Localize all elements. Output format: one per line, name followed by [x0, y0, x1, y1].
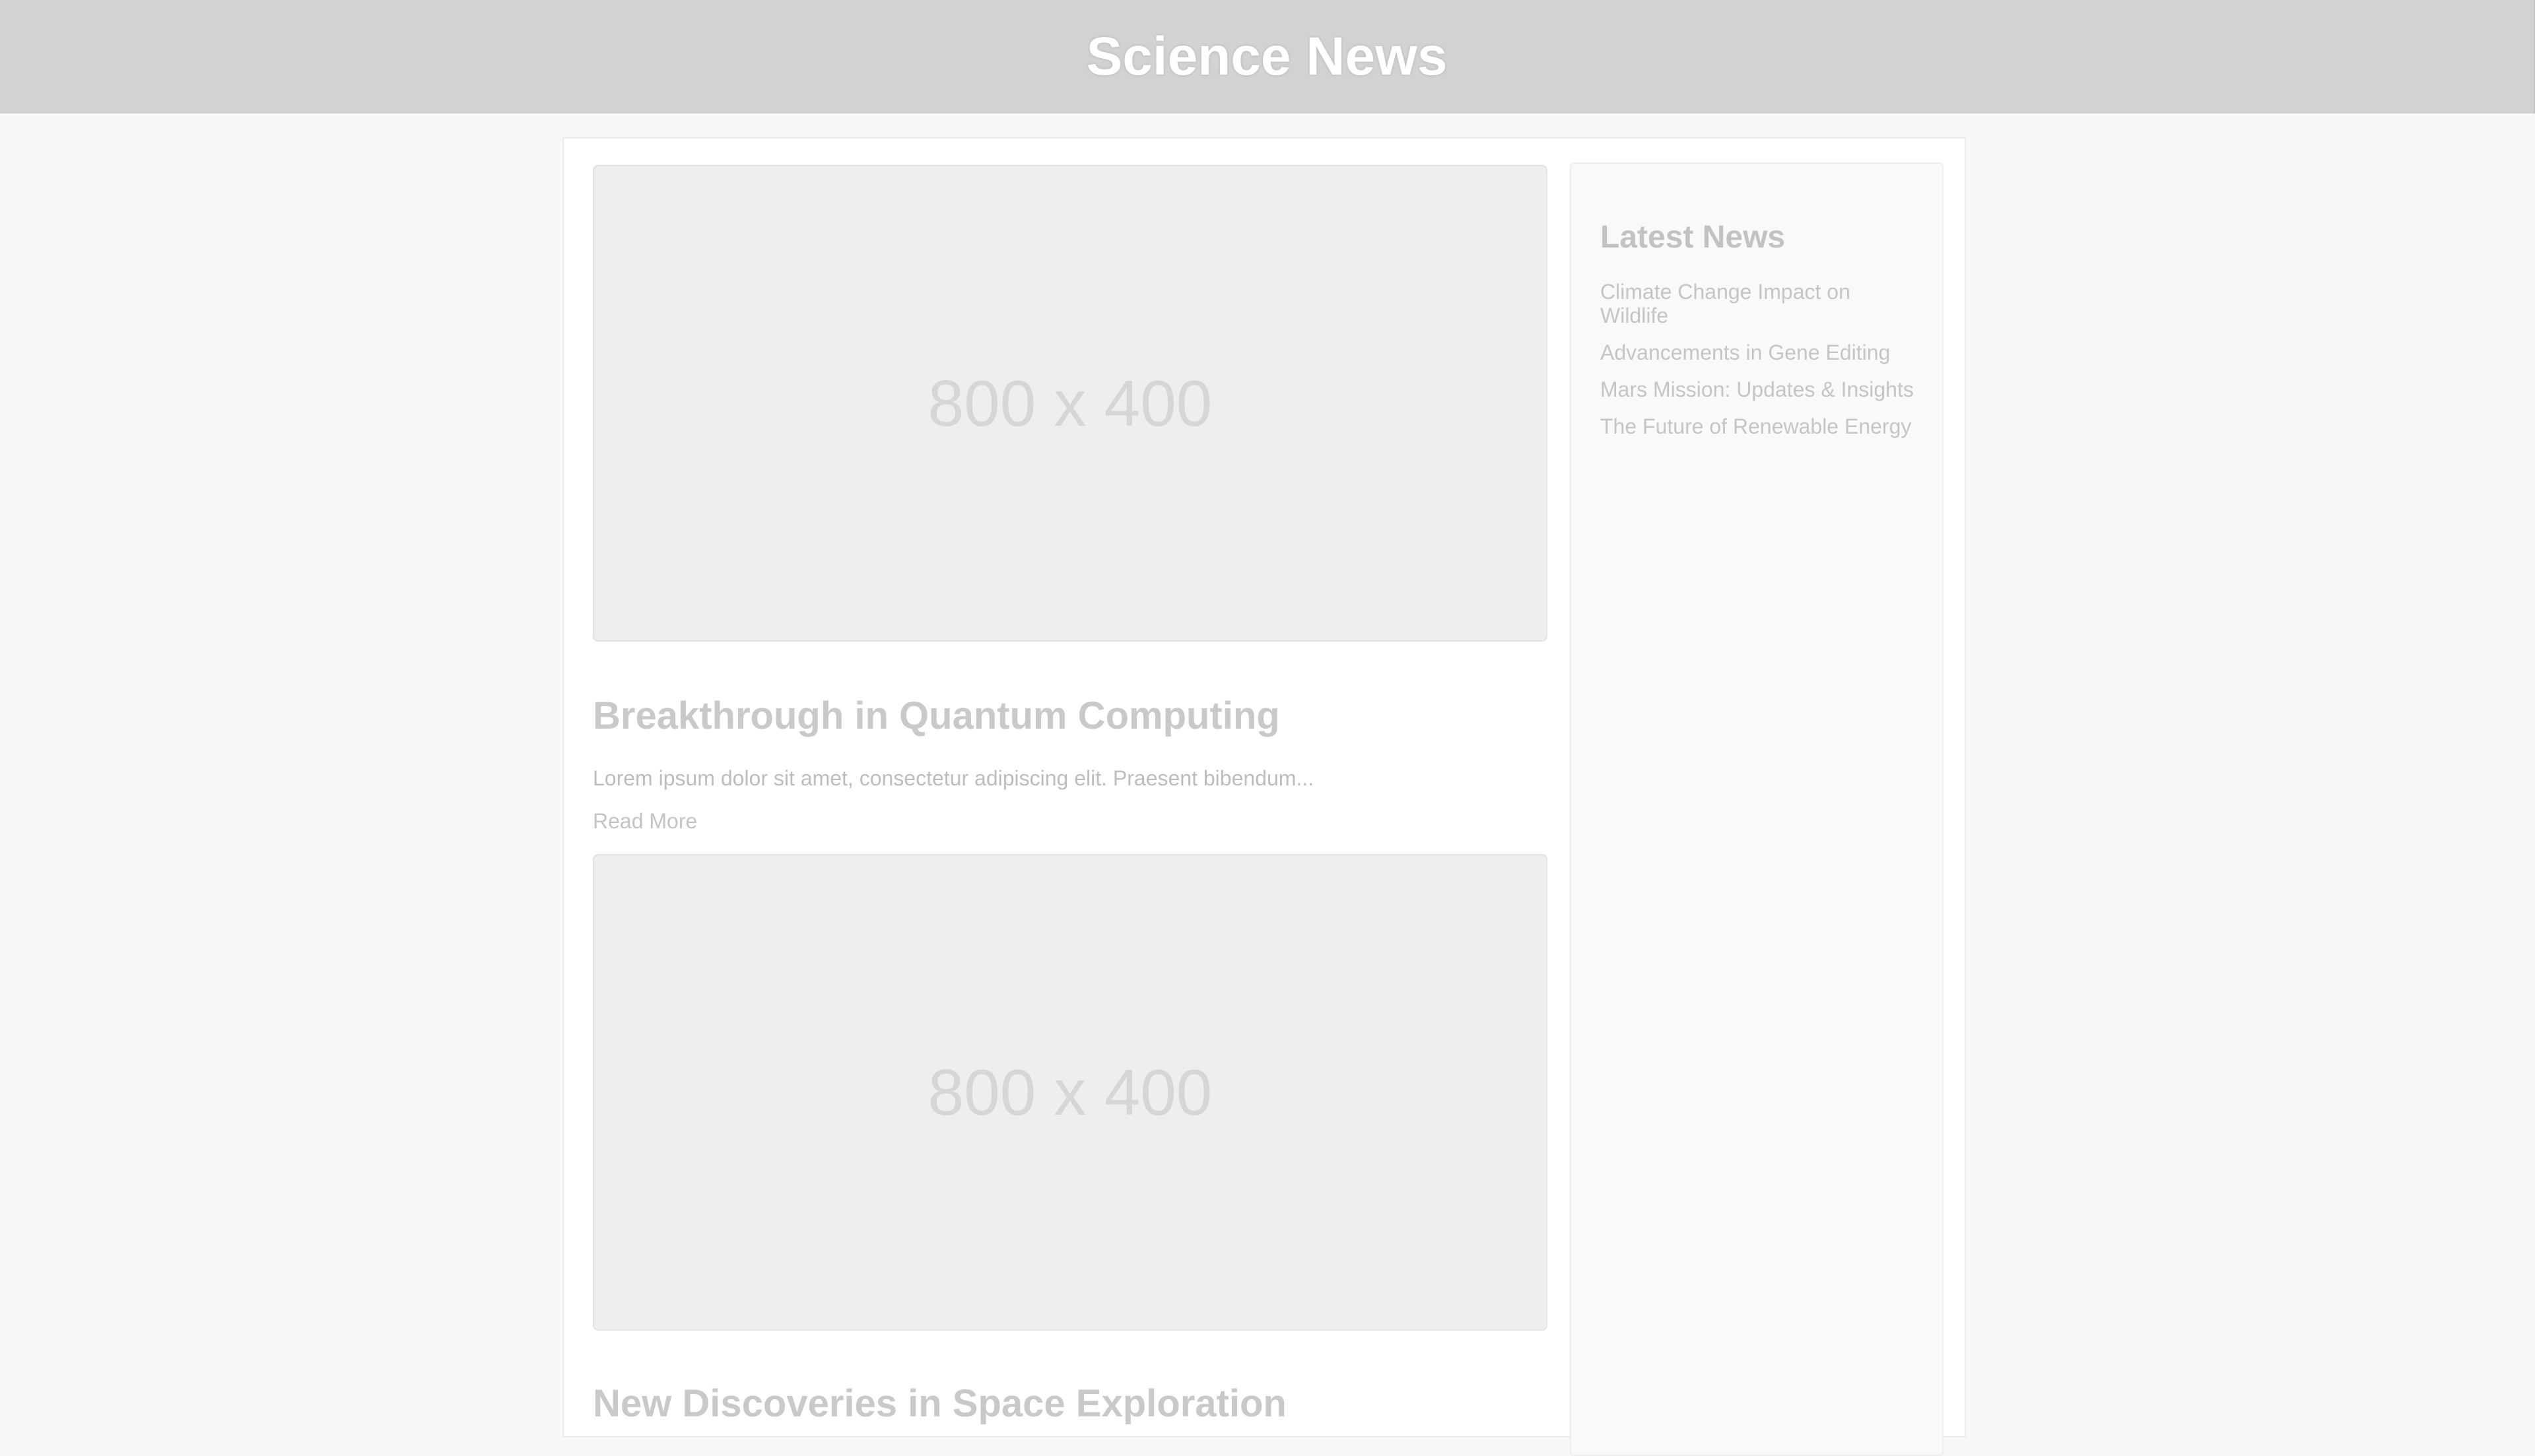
article-excerpt: Lorem ipsum dolor sit amet, consectetur … — [593, 766, 1314, 790]
list-item: The Future of Renewable Energy — [1600, 414, 1924, 438]
article-card: 800 x 400 New Discoveries in Space Explo… — [593, 854, 1547, 1427]
site-title: Science News — [1086, 26, 1448, 86]
list-item: Climate Change Impact on Wildlife — [1600, 280, 1924, 327]
read-more-link[interactable]: Read More — [593, 808, 697, 834]
list-item: Mars Mission: Updates & Insights — [1600, 378, 1924, 401]
latest-news-link[interactable]: The Future of Renewable Energy — [1600, 414, 1924, 438]
latest-news-link[interactable]: Mars Mission: Updates & Insights — [1600, 378, 1924, 401]
latest-news-link[interactable]: Advancements in Gene Editing — [1600, 341, 1924, 364]
content-container: 800 x 400 Breakthrough in Quantum Comput… — [562, 137, 1966, 1456]
article-image-placeholder[interactable]: 800 x 400 — [593, 854, 1547, 1331]
sidebar: Latest News Climate Change Impact on Wil… — [1570, 162, 1944, 1456]
latest-news-list: Climate Change Impact on Wildlife Advanc… — [1600, 280, 1924, 451]
article-feed: 800 x 400 Breakthrough in Quantum Comput… — [593, 165, 1547, 1427]
article-image-placeholder[interactable]: 800 x 400 — [593, 165, 1547, 642]
list-item: Advancements in Gene Editing — [1600, 341, 1924, 364]
latest-news-link[interactable]: Climate Change Impact on Wildlife — [1600, 280, 1924, 327]
article-title[interactable]: New Discoveries in Space Exploration — [593, 1381, 1547, 1427]
article-title[interactable]: Breakthrough in Quantum Computing — [593, 693, 1547, 739]
site-header: Science News — [0, 0, 2535, 114]
article-card: 800 x 400 Breakthrough in Quantum Comput… — [593, 165, 1547, 834]
image-placeholder-label: 800 x 400 — [928, 366, 1213, 440]
image-placeholder-label: 800 x 400 — [928, 1055, 1213, 1129]
sidebar-title: Latest News — [1600, 220, 1786, 255]
